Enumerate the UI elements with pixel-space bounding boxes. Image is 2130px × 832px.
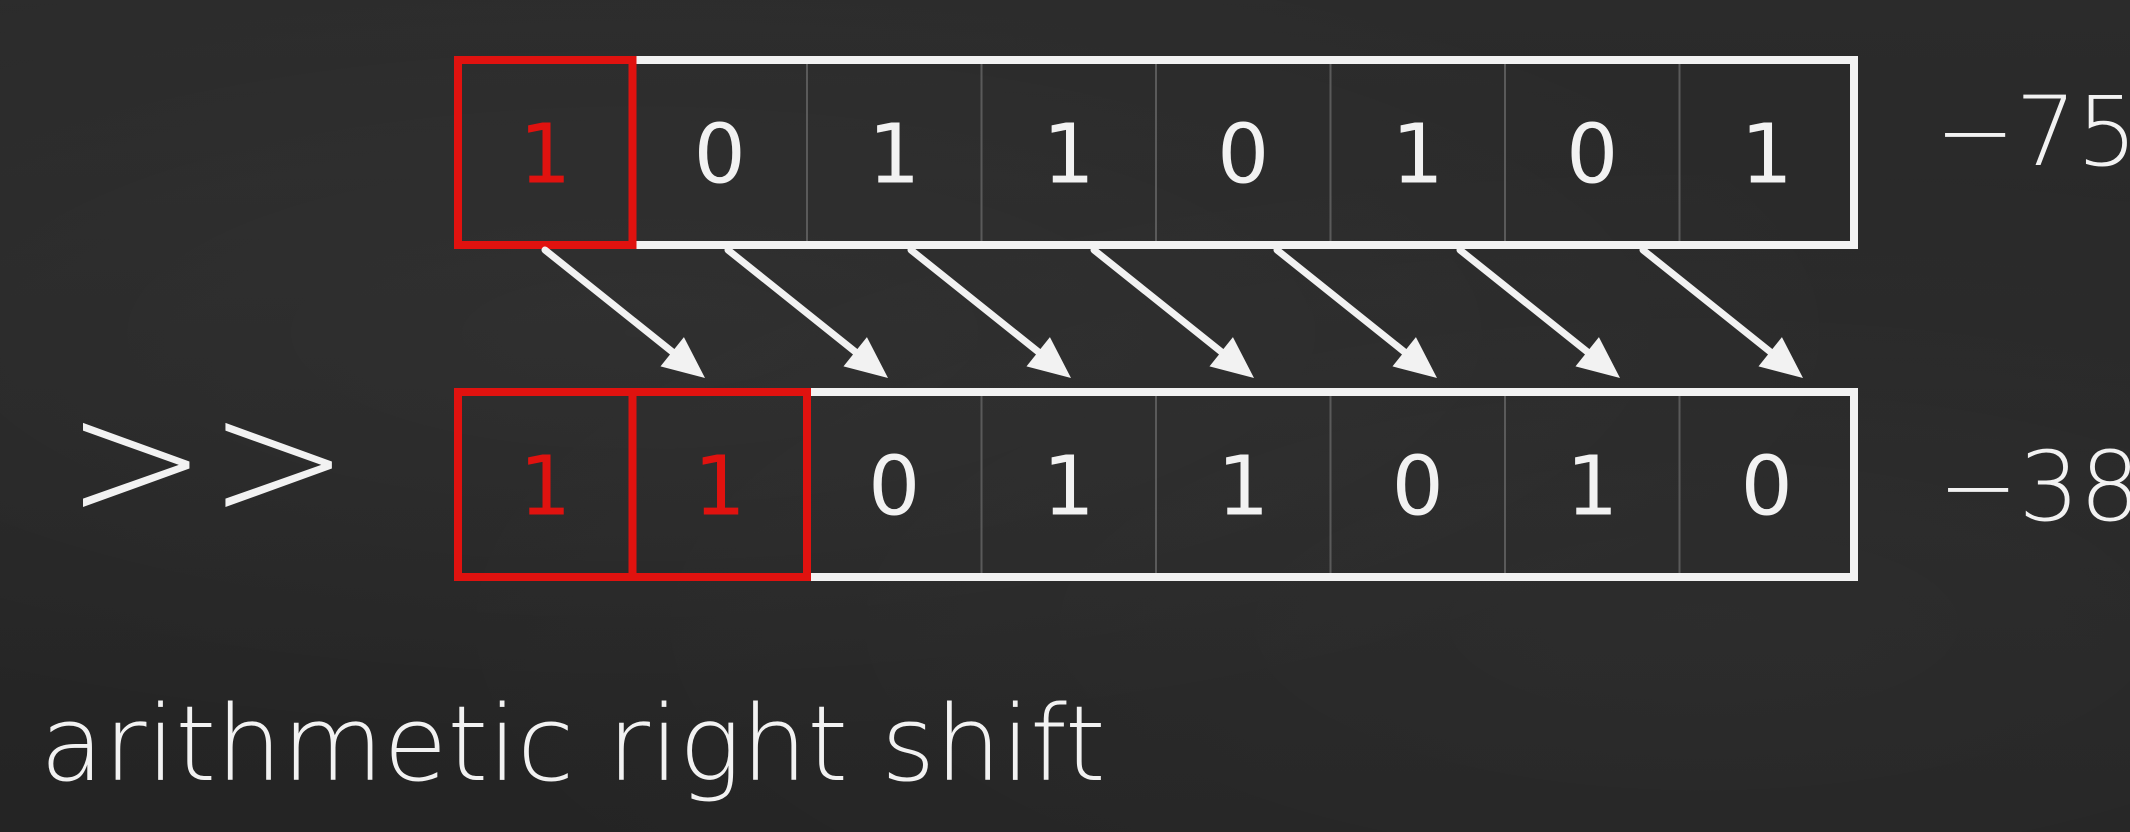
- caption-label: arithmetic right shift: [40, 683, 1106, 805]
- chalkboard: 1 0 1 1 0 1 0 1 −75 1 1 0 1 1 0 1 0 −38 >> arithmetic …: [0, 0, 2130, 832]
- shift-operator-symbol: >>: [65, 361, 350, 559]
- shift-diagram: 1 0 1 1 0 1 0 1 −75 1 1 0 1 1 0 1 0 −38 >> arithmetic …: [40, 56, 2130, 805]
- top-register-bit-3: 1: [1043, 108, 1095, 203]
- top-register-bit-1: 0: [694, 108, 746, 203]
- top-register-bit-0: 1: [519, 108, 571, 203]
- top-register-bit-6: 0: [1566, 108, 1618, 203]
- bottom-value-label: −38: [1938, 431, 2130, 543]
- bottom-register: 1 1 0 1 1 0 1 0: [454, 388, 1858, 581]
- top-register: 1 0 1 1 0 1 0 1: [454, 56, 1858, 249]
- shift-arrows: [541, 246, 1803, 378]
- bottom-register-bit-5: 0: [1392, 440, 1444, 535]
- bottom-register-bit-1: 1: [694, 440, 746, 535]
- top-register-bit-7: 1: [1741, 108, 1793, 203]
- shift-arrow-0: [541, 246, 689, 366]
- shift-arrow-6: [1639, 246, 1787, 366]
- bottom-register-bit-7: 0: [1741, 440, 1793, 535]
- shift-arrow-2: [907, 246, 1055, 366]
- bottom-register-bit-4: 1: [1217, 440, 1269, 535]
- top-register-bit-2: 1: [868, 108, 920, 203]
- shift-arrow-1: [724, 246, 872, 366]
- top-register-bit-5: 1: [1392, 108, 1444, 203]
- shift-arrow-3: [1090, 246, 1238, 366]
- shift-arrow-5: [1456, 246, 1604, 366]
- top-register-bit-4: 0: [1217, 108, 1269, 203]
- top-value-label: −75: [1935, 76, 2130, 188]
- bottom-register-bit-6: 1: [1566, 440, 1618, 535]
- bottom-register-bit-0: 1: [519, 440, 571, 535]
- shift-arrow-4: [1273, 246, 1421, 366]
- bottom-register-bit-2: 0: [868, 440, 920, 535]
- bottom-register-bit-3: 1: [1043, 440, 1095, 535]
